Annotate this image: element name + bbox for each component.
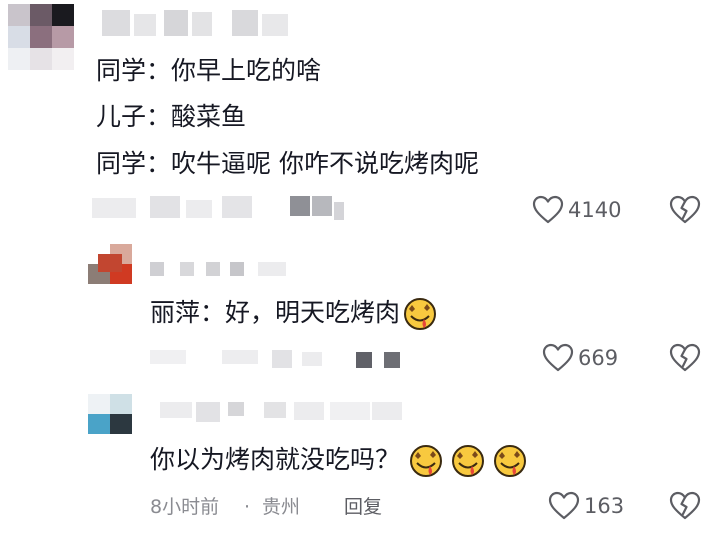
reply-text-content: 你以为烤肉就没吃吗？ (150, 445, 401, 474)
drooling-face-emoji (494, 445, 527, 477)
heart-outline-icon (542, 343, 574, 372)
avatar[interactable] (8, 4, 74, 70)
avatar[interactable] (88, 394, 132, 434)
reply-text-content: 丽萍：好，明天吃烤肉 (150, 298, 401, 327)
like-count: 163 (584, 494, 625, 518)
like-button[interactable]: 4140 (532, 194, 621, 226)
reply-button[interactable]: 回复 (344, 495, 382, 519)
meta-separator: · (244, 496, 251, 518)
like-count: 669 (578, 346, 619, 370)
broken-heart-icon[interactable] (668, 194, 702, 226)
comment-line: 儿子：酸菜鱼 (96, 102, 247, 131)
location: 贵州 (262, 496, 301, 518)
timestamp: 8小时前 (150, 496, 220, 518)
heart-outline-icon (548, 491, 580, 520)
broken-heart-icon[interactable] (668, 342, 702, 374)
drooling-face-emoji (452, 445, 485, 477)
broken-heart-icon[interactable] (668, 490, 702, 522)
drooling-face-emoji (404, 298, 437, 330)
like-count: 4140 (568, 198, 622, 222)
heart-outline-icon (532, 195, 564, 224)
reply-text: 丽萍：好，明天吃烤肉 (150, 297, 438, 331)
drooling-face-emoji (410, 445, 443, 477)
avatar[interactable] (88, 244, 132, 284)
comment-line: 同学：吹牛逼呢 你咋不说吃烤肉呢 (96, 149, 479, 178)
reply-text: 你以为烤肉就没吃吗？ (150, 444, 528, 478)
comment-line: 同学：你早上吃的啥 (96, 56, 322, 85)
like-button[interactable]: 669 (542, 342, 618, 374)
like-button[interactable]: 163 (548, 490, 624, 522)
